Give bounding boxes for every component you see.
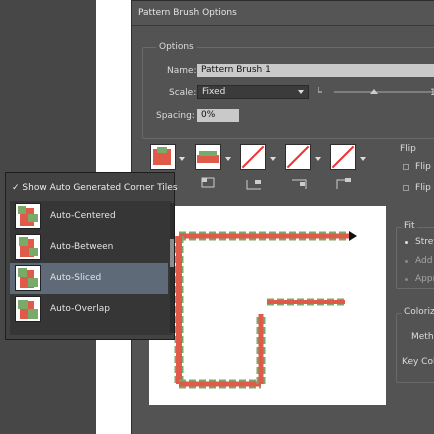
corner-tile-icon [292, 179, 307, 189]
key-color-label: Key Col [402, 357, 434, 367]
start-tile-button[interactable] [285, 144, 311, 170]
popup-scrollbar[interactable] [170, 203, 174, 333]
fit-add-radio[interactable] [405, 260, 408, 263]
list-item-auto-between[interactable]: Auto-Between [10, 232, 168, 263]
list-item-auto-centered[interactable]: Auto-Centered [10, 201, 168, 232]
window-title: Pattern Brush Options [138, 8, 237, 18]
scale-dropdown-value: Fixed [202, 87, 226, 97]
list-item-label: Auto-Sliced [50, 273, 102, 283]
scale-number: 1 [430, 88, 434, 98]
inner-corner-tile-button[interactable] [240, 144, 266, 170]
spacing-label: Spacing: [156, 111, 195, 121]
title-bar: Pattern Brush Options [132, 1, 434, 26]
fit-stretch-label: Stret [415, 237, 434, 247]
scale-dropdown[interactable]: Fixed [197, 85, 309, 99]
fit-add-label: Add [415, 256, 433, 266]
options-group-label: Options [156, 42, 197, 52]
fit-approx-radio[interactable] [405, 278, 408, 281]
flip-label: Flip [400, 144, 416, 154]
flip-across-label: Flip A [415, 183, 434, 193]
name-label: Name: [167, 66, 197, 76]
dropdown-caret-icon[interactable] [360, 157, 366, 161]
spacing-field[interactable]: 0% [197, 109, 239, 122]
corner-tiles-list: Auto-Centered Auto-Between Auto-Sliced A… [10, 201, 172, 335]
tile-icon [153, 147, 171, 165]
flip-along-label: Flip A [415, 162, 434, 172]
colorization-group [396, 313, 434, 383]
dropdown-caret-icon[interactable] [315, 157, 321, 161]
list-item-auto-sliced[interactable]: Auto-Sliced [10, 263, 168, 294]
list-item-label: Auto-Between [50, 242, 114, 252]
fit-approx-label: Appr [415, 274, 434, 284]
fit-label: Fit [402, 221, 417, 231]
tile-icon [15, 265, 41, 291]
show-corner-tiles-label: Show Auto Generated Corner Tiles [22, 183, 178, 193]
method-label: Metho [411, 332, 434, 342]
tile-icon [197, 151, 219, 163]
dropdown-caret-icon[interactable] [270, 157, 276, 161]
end-tile-button[interactable] [330, 144, 356, 170]
dropdown-caret-icon[interactable] [225, 157, 231, 161]
dropdown-caret-icon[interactable] [179, 157, 185, 161]
show-corner-tiles-option[interactable]: ✓ Show Auto Generated Corner Tiles [12, 183, 178, 193]
dropdown-caret-icon [298, 90, 304, 94]
outer-corner-tile-button[interactable] [195, 144, 221, 170]
tile-icon [15, 234, 41, 260]
name-field[interactable]: Pattern Brush 1 [197, 64, 434, 77]
tile-icon [15, 203, 41, 229]
list-item-label: Auto-Overlap [50, 304, 110, 314]
corner-tiles-popup: ✓ Show Auto Generated Corner Tiles Auto-… [5, 172, 178, 340]
brush-preview-canvas [149, 206, 386, 405]
flip-along-checkbox[interactable] [403, 164, 409, 170]
flip-across-checkbox[interactable] [403, 185, 409, 191]
corner-tile-icon [336, 178, 351, 189]
scale-slider[interactable] [318, 86, 433, 98]
scrollbar-thumb[interactable] [170, 239, 174, 267]
colorization-label: Coloriz [402, 307, 434, 317]
side-tile-button[interactable] [150, 144, 176, 170]
brush-preview [174, 231, 357, 389]
checkmark-icon: ✓ [12, 183, 20, 193]
corner-tile-icon [201, 177, 215, 188]
list-item-auto-overlap[interactable]: Auto-Overlap [10, 294, 168, 325]
scale-label: Scale: [169, 88, 197, 98]
tile-icon [15, 296, 41, 322]
arrowhead-icon [349, 231, 357, 241]
list-item-label: Auto-Centered [50, 211, 116, 221]
corner-tile-icon [246, 180, 261, 190]
fit-stretch-radio[interactable] [405, 241, 408, 244]
